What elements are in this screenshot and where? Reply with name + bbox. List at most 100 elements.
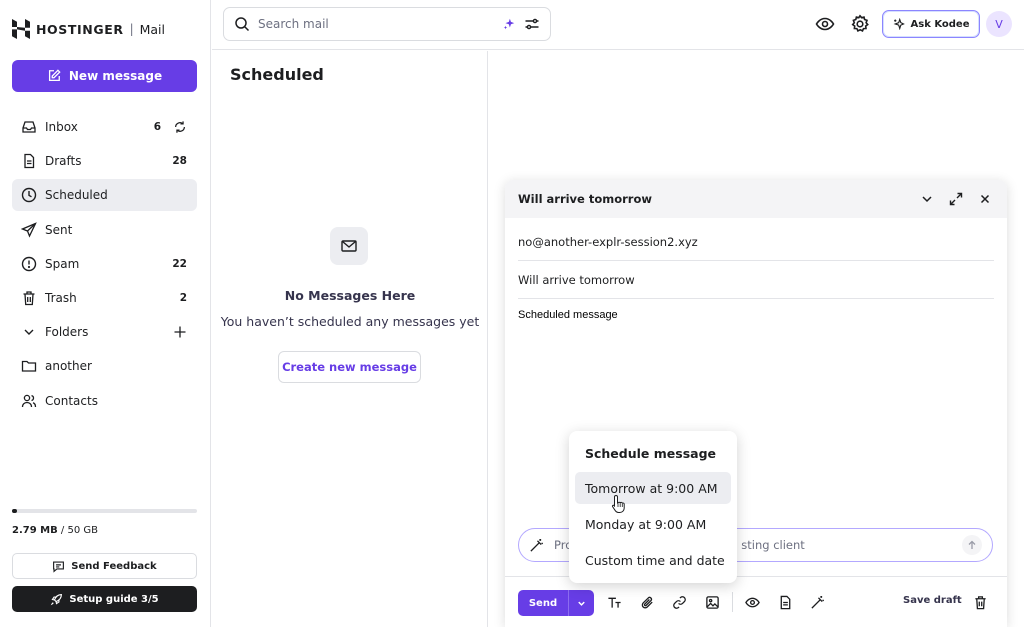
new-message-button[interactable]: New message — [12, 60, 197, 92]
folder-nav: Inbox 6 Drafts 28 Scheduled Sent Spam 22… — [12, 111, 197, 419]
sidebar-item-folders[interactable]: Folders — [12, 316, 197, 348]
sidebar-item-label: another — [45, 359, 92, 374]
ai-sparkle-icon[interactable] — [502, 17, 516, 31]
paperclip-icon — [641, 596, 653, 608]
schedule-option-tomorrow[interactable]: Tomorrow at 9:00 AM — [575, 472, 731, 504]
send-feedback-button[interactable]: Send Feedback — [12, 553, 197, 579]
avatar[interactable]: V — [986, 11, 1012, 37]
sidebar-item-spam[interactable]: Spam 22 — [12, 248, 197, 280]
chevron-down-icon — [578, 601, 585, 606]
envelope-icon — [341, 240, 357, 252]
compose-toolbar: Send Save draft — [505, 576, 1007, 627]
attach-button[interactable] — [638, 593, 656, 611]
chevron-down-icon — [922, 196, 932, 203]
trash-icon — [21, 290, 37, 306]
preview-button[interactable] — [743, 593, 761, 611]
sidebar-item-drafts[interactable]: Drafts 28 — [12, 145, 197, 177]
message-body[interactable]: Scheduled message — [518, 309, 618, 321]
expand-icon — [949, 192, 963, 206]
sidebar-item-label: Inbox — [45, 120, 78, 134]
spam-count: 22 — [172, 257, 187, 270]
ai-write-button[interactable] — [808, 593, 826, 611]
sidebar-item-sent[interactable]: Sent — [12, 214, 197, 246]
arrow-up-icon — [968, 540, 976, 549]
chevron-down-icon — [21, 324, 37, 340]
sidebar-item-label: Spam — [45, 256, 80, 271]
sidebar-item-label: Drafts — [45, 154, 82, 169]
spam-icon — [21, 256, 37, 272]
send-button[interactable]: Send — [518, 590, 568, 616]
create-new-message-button[interactable]: Create new message — [278, 351, 421, 383]
schedule-option-monday[interactable]: Monday at 9:00 AM — [575, 508, 731, 540]
setup-guide-button[interactable]: Setup guide 3/5 — [12, 586, 197, 612]
sidebar-item-label: Trash — [45, 290, 77, 305]
schedule-option-custom[interactable]: Custom time and date — [575, 544, 731, 576]
sidebar-item-scheduled[interactable]: Scheduled — [12, 179, 197, 212]
refresh-icon[interactable] — [173, 120, 187, 134]
add-folder-icon[interactable] — [173, 325, 187, 339]
contacts-icon — [21, 393, 37, 409]
filter-icon[interactable] — [524, 16, 540, 32]
template-button[interactable] — [776, 593, 794, 611]
sidebar-item-label: Contacts — [45, 393, 98, 408]
sidebar-item-another[interactable]: another — [12, 350, 197, 382]
ask-kodee-button[interactable]: Ask Kodee — [882, 10, 980, 38]
magic-wand-icon — [810, 595, 824, 609]
page-title: Scheduled — [230, 65, 324, 84]
storage-total: / 50 GB — [60, 525, 98, 536]
close-icon — [980, 194, 990, 204]
text-format-button[interactable] — [605, 593, 623, 611]
draft-count: 28 — [172, 155, 187, 168]
inbox-icon — [21, 119, 37, 135]
text-format-icon — [607, 597, 621, 608]
hostinger-logo-icon — [12, 19, 30, 39]
schedule-send-dropdown[interactable] — [568, 590, 594, 616]
brand[interactable]: HOSTINGER | Mail — [12, 18, 165, 40]
schedule-message-menu: Schedule message Tomorrow at 9:00 AM Mon… — [569, 431, 737, 583]
sidebar-item-contacts[interactable]: Contacts — [12, 385, 197, 417]
trash-count: 2 — [179, 291, 187, 304]
setup-guide-label: Setup guide 3/5 — [69, 593, 159, 605]
minimize-button[interactable] — [918, 190, 936, 208]
save-draft-button[interactable]: Save draft — [903, 595, 962, 606]
empty-state-subtitle: You haven’t scheduled any messages yet — [220, 314, 480, 329]
brand-product: Mail — [139, 21, 165, 37]
subject-field[interactable]: Will arrive tomorrow — [518, 261, 994, 299]
ai-submit-button[interactable] — [962, 535, 982, 555]
search-input[interactable] — [258, 17, 494, 31]
brand-name: HOSTINGER — [36, 21, 124, 37]
link-icon — [672, 595, 686, 609]
recipient-field[interactable]: no@another-explr-session2.xyz — [518, 223, 994, 261]
top-bar: Ask Kodee V — [212, 0, 1024, 50]
insert-link-button[interactable] — [670, 593, 688, 611]
insert-image-button[interactable] — [703, 593, 721, 611]
eye-icon — [815, 17, 835, 31]
close-button[interactable] — [976, 190, 994, 208]
gear-icon — [851, 14, 869, 32]
schedule-menu-title: Schedule message — [585, 446, 716, 461]
sidebar: HOSTINGER | Mail New message Inbox 6 Dra… — [0, 0, 211, 627]
eye-icon — [744, 597, 760, 607]
sidebar-item-label: Sent — [45, 222, 73, 237]
storage-fill — [12, 509, 17, 513]
storage-bar — [12, 509, 197, 513]
rocket-icon — [51, 593, 63, 605]
folder-icon — [21, 358, 37, 374]
trash-icon — [974, 595, 986, 609]
send-feedback-label: Send Feedback — [71, 560, 157, 572]
magic-wand-icon — [530, 538, 543, 552]
settings-button[interactable] — [849, 13, 871, 35]
preview-toggle-button[interactable] — [814, 13, 836, 35]
expand-button[interactable] — [947, 190, 965, 208]
sidebar-item-label: Folders — [45, 325, 89, 340]
search-bar[interactable] — [223, 7, 551, 41]
storage-used: 2.79 MB — [12, 525, 58, 536]
discard-button[interactable] — [971, 593, 989, 611]
sidebar-item-inbox[interactable]: Inbox 6 — [12, 111, 197, 143]
sidebar-item-trash[interactable]: Trash 2 — [12, 282, 197, 314]
search-icon — [235, 17, 250, 32]
compose-icon — [48, 69, 61, 82]
send-button-group: Send — [518, 590, 594, 616]
unread-count: 6 — [153, 121, 161, 133]
ask-kodee-label: Ask Kodee — [910, 18, 970, 30]
